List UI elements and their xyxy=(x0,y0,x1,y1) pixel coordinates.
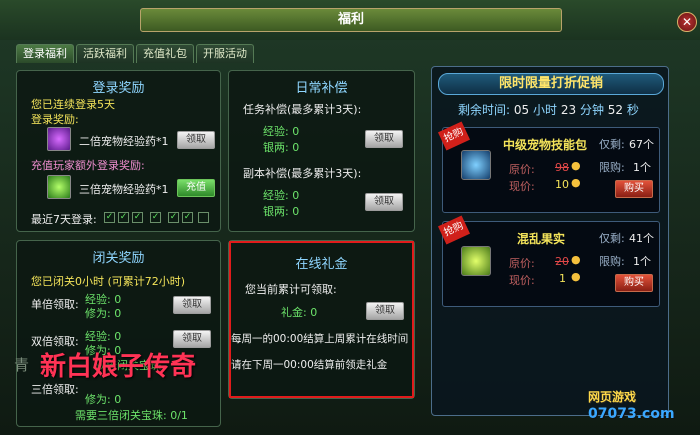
remaining-minutes: 23 xyxy=(560,103,577,117)
hours-unit: 小时 xyxy=(532,103,557,117)
site-logo-text: 网页游戏 xyxy=(588,390,637,404)
tab-bar: 登录福利 活跃福利 充值礼包 开服活动 xyxy=(16,44,254,63)
orig-price-label: 原价: xyxy=(509,163,535,176)
sale-timer: 剩余时间: 05 小时 23 分钟 52 秒 xyxy=(458,101,639,118)
sale-item-card: 抢购 混乱果实 原价: 20 ● 现价: 1 ● 仅剩: 41个 限购: 1个 … xyxy=(437,215,660,307)
login-reward-label: 登录奖励: xyxy=(31,113,79,126)
remaining-seconds: 52 xyxy=(607,103,624,117)
stock-label: 仅剩: xyxy=(599,138,625,151)
item-name: 中级宠物技能包 xyxy=(503,138,588,152)
pet-exp-potion-icon[interactable] xyxy=(47,127,71,151)
login-streak: 您已连续登录5天 xyxy=(31,98,115,111)
chaos-fruit-icon[interactable] xyxy=(461,246,491,276)
stock-count: 41个 xyxy=(629,232,654,245)
task-silver: 银两: 0 xyxy=(263,141,300,154)
per-buy-label: 限购: xyxy=(599,161,625,174)
gold-ingot-icon: ● xyxy=(571,176,581,189)
rush-buy-badge: 抢购 xyxy=(437,215,471,245)
login-reward-panel: 登录奖励 您已连续登录5天 登录奖励: 二倍宠物经验药*1 领取 充值玩家额外登… xyxy=(16,70,221,232)
daily-comp-title: 日常补偿 xyxy=(295,81,348,96)
title-bar: 福利 ✕ xyxy=(0,0,700,40)
gold-ingot-icon: ● xyxy=(571,159,581,172)
now-price: 10 xyxy=(555,178,569,191)
site-logo-url: 07073.com xyxy=(588,406,675,422)
skill-pack-icon[interactable] xyxy=(461,150,491,180)
claim-task-comp-button[interactable]: 领取 xyxy=(365,130,403,148)
login-reward-title: 登录奖励 xyxy=(92,81,145,96)
sale-item-card: 抢购 中级宠物技能包 原价: 98 ● 现价: 10 ● 仅剩: 67个 限购:… xyxy=(437,121,660,213)
day5-check: ✓ xyxy=(168,212,179,223)
remaining-label: 剩余时间: xyxy=(458,103,511,117)
closed-status: 您已闭关0小时 (可累计72小时) xyxy=(31,275,186,288)
orig-price-label: 原价: xyxy=(509,257,535,270)
remaining-hours: 05 xyxy=(513,103,530,117)
claim-dungeon-comp-button[interactable]: 领取 xyxy=(365,193,403,211)
last7-label: 最近7天登录: xyxy=(31,213,97,226)
login-item1: 二倍宠物经验药*1 xyxy=(79,135,169,148)
orig-price: 20 xyxy=(555,255,569,268)
dungeon-comp-label: 副本补偿(最多累计3天): xyxy=(243,167,362,180)
now-price-label: 现价: xyxy=(509,274,535,287)
day3-check: ✓ xyxy=(132,212,143,223)
triple-cult: 修为: 0 xyxy=(85,393,122,406)
stock-label: 仅剩: xyxy=(599,232,625,245)
triple-claim-label: 三倍领取: xyxy=(31,383,79,396)
per-buy-count: 1个 xyxy=(633,161,651,174)
stock-count: 67个 xyxy=(629,138,654,151)
tab-server-event[interactable]: 开服活动 xyxy=(196,44,254,63)
sale-title: 限时限量打折促销 xyxy=(438,73,664,95)
single-cult: 修为: 0 xyxy=(85,307,122,320)
pet-exp-potion-3x-icon[interactable] xyxy=(47,175,71,199)
seconds-unit: 秒 xyxy=(626,103,639,117)
window-title: 福利 xyxy=(140,8,562,32)
buy-button[interactable]: 购买 xyxy=(615,274,653,292)
per-buy-count: 1个 xyxy=(633,255,651,268)
vip-extra-label: 充值玩家额外登录奖励: xyxy=(31,159,145,172)
now-price-label: 现价: xyxy=(509,180,535,193)
day6-check: ✓ xyxy=(182,212,193,223)
rush-buy-badge: 抢购 xyxy=(437,121,471,151)
gold-ingot-icon: ● xyxy=(571,253,581,266)
close-button[interactable]: ✕ xyxy=(677,12,697,32)
dungeon-silver: 银两: 0 xyxy=(263,205,300,218)
single-claim-label: 单倍领取: xyxy=(31,298,79,311)
tab-login-welfare[interactable]: 登录福利 xyxy=(16,44,74,63)
tab-active-welfare[interactable]: 活跃福利 xyxy=(76,44,134,63)
closed-training-panel: 闭关奖励 您已闭关0小时 (可累计72小时) 单倍领取: 经验: 0 修为: 0… xyxy=(16,240,221,427)
tab-recharge-gift[interactable]: 充值礼包 xyxy=(136,44,194,63)
recharge-button[interactable]: 充值 xyxy=(177,179,215,197)
need-triple-orb: 需要三倍闭关宝珠: 0/1 xyxy=(75,409,188,422)
dungeon-exp: 经验: 0 xyxy=(263,189,300,202)
login-item2: 三倍宠物经验药*1 xyxy=(79,183,169,196)
game-logo-text: 新白娘子传奇 xyxy=(40,352,197,382)
game-logo-mark: 青 xyxy=(14,356,30,374)
day7-check xyxy=(198,212,209,223)
per-buy-label: 限购: xyxy=(599,255,625,268)
now-price: 1 xyxy=(559,272,566,285)
task-comp-label: 任务补偿(最多累计3天): xyxy=(243,103,362,116)
item-name: 混乱果实 xyxy=(517,232,566,246)
claim-single-button[interactable]: 领取 xyxy=(173,296,211,314)
buy-button[interactable]: 购买 xyxy=(615,180,653,198)
claim-login-button[interactable]: 领取 xyxy=(177,131,215,149)
day4-check: ✓ xyxy=(150,212,161,223)
task-exp: 经验: 0 xyxy=(263,125,300,138)
orig-price: 98 xyxy=(555,161,569,174)
daily-comp-panel: 日常补偿 任务补偿(最多累计3天): 经验: 0 银两: 0 领取 副本补偿(最… xyxy=(228,70,415,232)
limited-sale-panel: 限时限量打折促销 剩余时间: 05 小时 23 分钟 52 秒 抢购 中级宠物技… xyxy=(431,66,669,416)
minutes-unit: 分钟 xyxy=(579,103,604,117)
day1-check: ✓ xyxy=(104,212,115,223)
day2-check: ✓ xyxy=(118,212,129,223)
closed-training-title: 闭关奖励 xyxy=(92,251,145,266)
gold-ingot-icon: ● xyxy=(571,270,581,283)
highlight-box xyxy=(229,241,414,398)
